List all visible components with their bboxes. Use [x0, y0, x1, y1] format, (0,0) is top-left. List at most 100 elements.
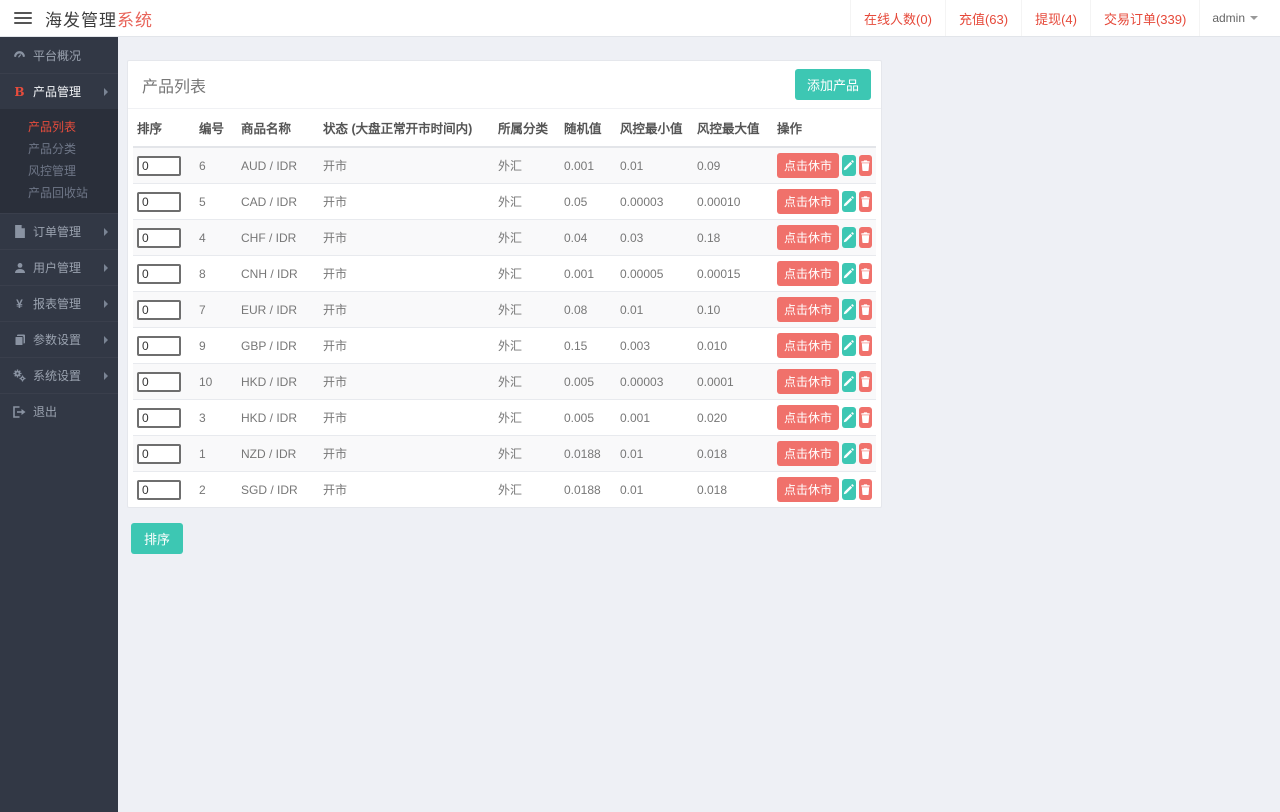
cell-name: EUR / IDR — [237, 292, 319, 328]
cell-category: 外汇 — [494, 292, 560, 328]
cell-random: 0.15 — [560, 328, 616, 364]
edit-button[interactable] — [842, 191, 855, 212]
sidebar-item-risk-management[interactable]: 风控管理 — [0, 160, 118, 182]
sidebar-item-user[interactable]: 用户管理 — [0, 249, 118, 285]
cell-actions: 点击休市 — [773, 472, 876, 508]
user-icon — [12, 262, 27, 274]
cell-risk-max: 0.020 — [693, 400, 773, 436]
cell-name: CAD / IDR — [237, 184, 319, 220]
close-market-button[interactable]: 点击休市 — [777, 405, 839, 430]
cell-risk-min: 0.00005 — [616, 256, 693, 292]
cell-status: 开市 — [319, 220, 494, 256]
cell-random: 0.001 — [560, 147, 616, 184]
sort-input[interactable] — [137, 480, 181, 500]
delete-button[interactable] — [859, 371, 872, 392]
delete-button[interactable] — [859, 407, 872, 428]
sort-input[interactable] — [137, 300, 181, 320]
cell-risk-max: 0.0001 — [693, 364, 773, 400]
sort-input[interactable] — [137, 408, 181, 428]
edit-button[interactable] — [842, 263, 855, 284]
sidebar-item-label: 产品管理 — [33, 83, 104, 100]
sort-input[interactable] — [137, 336, 181, 356]
delete-button[interactable] — [859, 443, 872, 464]
pencil-icon — [843, 340, 854, 351]
edit-button[interactable] — [842, 155, 855, 176]
sidebar-item-overview[interactable]: 平台概况 — [0, 37, 118, 73]
recharge-link[interactable]: 充值(63) — [945, 0, 1021, 36]
edit-button[interactable] — [842, 443, 855, 464]
close-market-button[interactable]: 点击休市 — [777, 369, 839, 394]
delete-button[interactable] — [859, 479, 872, 500]
trash-icon — [860, 376, 871, 387]
add-product-button[interactable]: 添加产品 — [795, 69, 871, 100]
cell-random: 0.005 — [560, 400, 616, 436]
sort-input[interactable] — [137, 444, 181, 464]
close-market-button[interactable]: 点击休市 — [777, 297, 839, 322]
sidebar-item-label: 用户管理 — [33, 259, 104, 276]
cell-number: 1 — [195, 436, 237, 472]
delete-button[interactable] — [859, 155, 872, 176]
trash-icon — [860, 448, 871, 459]
delete-button[interactable] — [859, 263, 872, 284]
edit-button[interactable] — [842, 335, 855, 356]
close-market-button[interactable]: 点击休市 — [777, 189, 839, 214]
close-market-button[interactable]: 点击休市 — [777, 333, 839, 358]
close-market-button[interactable]: 点击休市 — [777, 261, 839, 286]
cell-number: 4 — [195, 220, 237, 256]
cell-category: 外汇 — [494, 256, 560, 292]
sort-input[interactable] — [137, 228, 181, 248]
copy-icon — [12, 334, 27, 346]
edit-button[interactable] — [842, 227, 855, 248]
cell-number: 5 — [195, 184, 237, 220]
row-actions: 点击休市 — [777, 225, 872, 250]
sidebar-item-product-recycle[interactable]: 产品回收站 — [0, 182, 118, 204]
sidebar-item-logout[interactable]: 退出 — [0, 393, 118, 429]
sidebar-item-label: 订单管理 — [33, 223, 104, 240]
panel-heading: 产品列表 添加产品 — [128, 61, 881, 109]
row-actions: 点击休市 — [777, 477, 872, 502]
admin-dropdown[interactable]: admin — [1199, 0, 1270, 36]
withdraw-link[interactable]: 提现(4) — [1021, 0, 1090, 36]
cell-category: 外汇 — [494, 400, 560, 436]
close-market-button[interactable]: 点击休市 — [777, 477, 839, 502]
cell-risk-min: 0.001 — [616, 400, 693, 436]
sidebar-item-system[interactable]: 系统设置 — [0, 357, 118, 393]
sidebar-item-product-list[interactable]: 产品列表 — [0, 116, 118, 138]
edit-button[interactable] — [842, 407, 855, 428]
sort-input[interactable] — [137, 192, 181, 212]
cell-actions: 点击休市 — [773, 400, 876, 436]
trade-orders-link[interactable]: 交易订单(339) — [1090, 0, 1199, 36]
col-sort: 排序 — [133, 109, 195, 147]
delete-button[interactable] — [859, 299, 872, 320]
cell-sort — [133, 184, 195, 220]
cell-name: HKD / IDR — [237, 364, 319, 400]
cell-sort — [133, 328, 195, 364]
table-row: 9 GBP / IDR 开市 外汇 0.15 0.003 0.010 点击休市 — [133, 328, 876, 364]
menu-toggle-icon[interactable] — [14, 12, 32, 24]
sort-input[interactable] — [137, 156, 181, 176]
edit-button[interactable] — [842, 479, 855, 500]
delete-button[interactable] — [859, 335, 872, 356]
sidebar-item-params[interactable]: 参数设置 — [0, 321, 118, 357]
delete-button[interactable] — [859, 227, 872, 248]
sidebar-item-order[interactable]: 订单管理 — [0, 213, 118, 249]
app-title: 海发管理系统 — [45, 6, 153, 31]
sort-button[interactable]: 排序 — [131, 523, 183, 554]
sidebar-item-product-category[interactable]: 产品分类 — [0, 138, 118, 160]
close-market-button[interactable]: 点击休市 — [777, 153, 839, 178]
header-left: 海发管理系统 — [0, 6, 153, 31]
close-market-button[interactable]: 点击休市 — [777, 441, 839, 466]
chevron-right-icon — [104, 228, 108, 236]
sort-input[interactable] — [137, 264, 181, 284]
edit-button[interactable] — [842, 299, 855, 320]
sidebar-item-report[interactable]: ¥ 报表管理 — [0, 285, 118, 321]
sidebar-item-label: 平台概况 — [33, 47, 108, 64]
online-users-link[interactable]: 在线人数(0) — [850, 0, 945, 36]
delete-button[interactable] — [859, 191, 872, 212]
sidebar-item-product[interactable]: B 产品管理 — [0, 73, 118, 109]
edit-button[interactable] — [842, 371, 855, 392]
sort-input[interactable] — [137, 372, 181, 392]
close-market-button[interactable]: 点击休市 — [777, 225, 839, 250]
col-category: 所属分类 — [494, 109, 560, 147]
cell-status: 开市 — [319, 184, 494, 220]
